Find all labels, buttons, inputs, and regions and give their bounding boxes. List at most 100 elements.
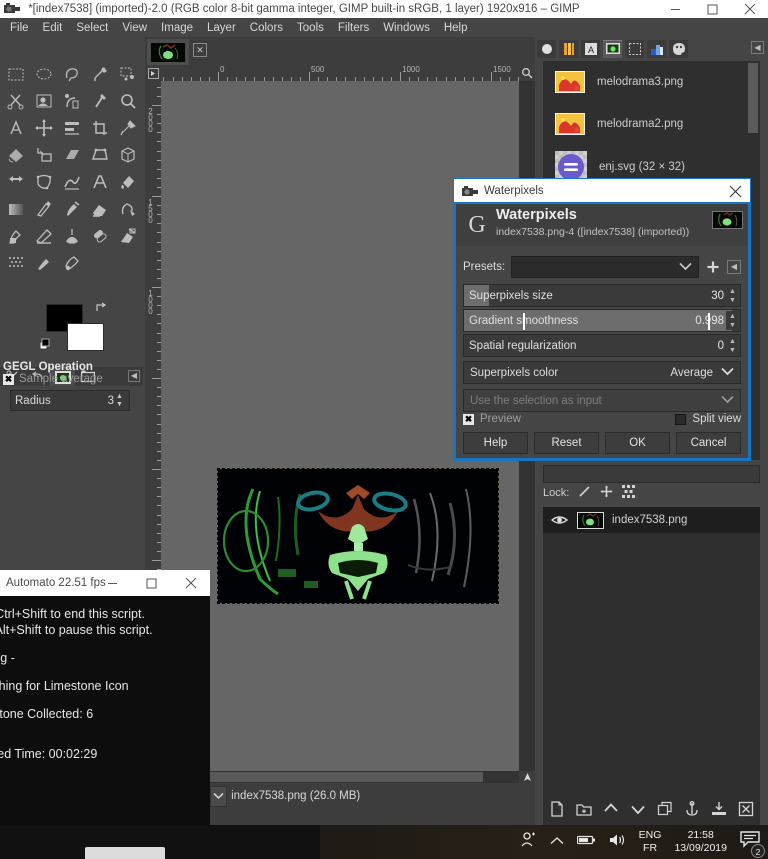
text-icon[interactable] [86, 168, 114, 195]
lock-position-icon[interactable] [600, 485, 613, 501]
right-dock-tab-gradients[interactable] [647, 39, 666, 58]
rotate-icon[interactable] [2, 141, 30, 168]
close-button[interactable] [731, 0, 768, 18]
clock[interactable]: 21:58 13/09/2019 [674, 829, 727, 855]
ok-button[interactable]: OK [605, 432, 670, 454]
plus-icon[interactable] [705, 260, 721, 274]
layers-list[interactable]: index7538.png [543, 507, 760, 827]
transform-icon[interactable] [114, 114, 142, 141]
ellipse-select-icon[interactable] [30, 60, 58, 87]
menu-item-help[interactable]: Help [437, 20, 475, 36]
measure-icon[interactable] [2, 114, 30, 141]
start-menu-strip[interactable] [85, 847, 165, 859]
perspective-icon[interactable] [86, 141, 114, 168]
zoom-image-icon[interactable] [519, 65, 535, 81]
preview-checkbox[interactable]: ✖ [463, 413, 474, 425]
notifications-icon[interactable]: 2 [740, 831, 765, 858]
menu-item-layer[interactable]: Layer [200, 20, 243, 36]
lock-alpha-icon[interactable] [622, 485, 636, 501]
new-layer-icon[interactable] [546, 799, 568, 819]
presets-combobox[interactable] [511, 256, 699, 278]
maximize-button[interactable] [132, 570, 171, 596]
zoom-icon[interactable] [114, 87, 142, 114]
dodge-burn-icon[interactable] [58, 249, 86, 276]
shear-icon[interactable] [58, 141, 86, 168]
close-button[interactable] [171, 570, 210, 596]
reset-button[interactable]: Reset [534, 432, 599, 454]
smudge-icon[interactable] [30, 249, 58, 276]
scrollbar-thumb[interactable] [163, 772, 483, 782]
color-picker-icon[interactable] [86, 87, 114, 114]
superpixels-color-combobox[interactable]: Superpixels color Average [463, 361, 741, 384]
language-indicator[interactable]: ENG FR [639, 829, 662, 855]
menu-item-file[interactable]: File [3, 20, 36, 36]
canvas-image[interactable] [217, 468, 499, 604]
anchor-layer-icon[interactable] [681, 799, 703, 819]
people-icon[interactable] [520, 831, 537, 853]
spatial-regularization-stepper[interactable]: ▲ ▼ [726, 336, 739, 355]
select-by-color-icon[interactable] [114, 60, 142, 87]
move-icon[interactable] [30, 114, 58, 141]
canvas-horizontal-scrollbar[interactable] [161, 771, 519, 783]
lock-pixels-icon[interactable] [578, 485, 591, 501]
minimize-button[interactable] [657, 0, 694, 18]
perspective-clone-icon[interactable] [114, 222, 142, 249]
right-dock-tab-document-history[interactable] [625, 39, 644, 58]
superpixels-size-slider[interactable]: Superpixels size 30 ▲ ▼ [463, 284, 741, 307]
cage-transform-icon[interactable] [30, 168, 58, 195]
close-tab-icon[interactable]: ✕ [193, 43, 207, 57]
split-view-checkbox[interactable] [675, 413, 687, 425]
foreground-select-icon[interactable] [30, 87, 58, 114]
horizontal-ruler[interactable]: 0 500 1000 1500 [161, 65, 519, 81]
eye-icon[interactable] [549, 514, 569, 526]
menu-item-view[interactable]: View [115, 20, 154, 36]
paths-icon[interactable] [58, 87, 86, 114]
selection-as-input-combobox[interactable]: Use the selection as input [463, 389, 741, 412]
ruler-menu-icon[interactable] [145, 65, 161, 81]
ink-icon[interactable] [2, 222, 30, 249]
gradient-icon[interactable] [2, 195, 30, 222]
clone-icon[interactable] [58, 222, 86, 249]
maximize-button[interactable] [694, 0, 731, 18]
delete-layer-icon[interactable] [735, 799, 757, 819]
lower-layer-icon[interactable] [627, 799, 649, 819]
layer-mode-combo[interactable] [543, 465, 760, 483]
scissors-select-icon[interactable] [2, 87, 30, 114]
right-dock-tab-images[interactable] [603, 39, 622, 58]
radius-stepper[interactable]: ▲ ▼ [114, 393, 125, 409]
menu-item-edit[interactable]: Edit [36, 20, 70, 36]
heal-icon[interactable] [86, 222, 114, 249]
right-dock-tab-patterns[interactable] [559, 39, 578, 58]
scale-icon[interactable] [30, 141, 58, 168]
close-icon[interactable] [726, 182, 744, 200]
menu-item-select[interactable]: Select [69, 20, 115, 36]
right-dock-tab-palettes[interactable] [669, 39, 688, 58]
crop-icon[interactable] [86, 114, 114, 141]
right-dock-tab-fonts[interactable]: A [581, 39, 600, 58]
help-button[interactable]: Help [463, 432, 528, 454]
airbrush-icon[interactable] [114, 195, 142, 222]
battery-icon[interactable] [576, 833, 596, 851]
free-select-icon[interactable] [58, 60, 86, 87]
3d-transform-icon[interactable] [114, 141, 142, 168]
navigate-canvas-icon[interactable] [519, 771, 535, 783]
duplicate-layer-icon[interactable] [654, 799, 676, 819]
menu-item-windows[interactable]: Windows [376, 20, 437, 36]
list-item[interactable]: melodrama2.png [543, 103, 760, 145]
table-row[interactable]: index7538.png [543, 507, 760, 533]
paintbrush-icon[interactable] [58, 195, 86, 222]
right-dock-tab-brushes[interactable] [537, 39, 556, 58]
images-list-scrollbar[interactable] [748, 63, 758, 133]
spatial-regularization-slider[interactable]: Spatial regularization 0 ▲ ▼ [463, 334, 741, 357]
sample-average-checkbox[interactable]: ✖ [3, 373, 14, 385]
zoom-dropdown-button[interactable] [210, 785, 228, 807]
flip-icon[interactable] [2, 168, 30, 195]
reset-colors-icon[interactable] [39, 338, 53, 356]
fuzzy-select-icon[interactable] [86, 60, 114, 87]
gradient-smoothness-slider[interactable]: Gradient smoothness 0.998 ▲▼ [463, 309, 741, 332]
show-hidden-icons-icon[interactable] [550, 833, 564, 851]
radius-field[interactable]: Radius 3 ▲ ▼ [10, 390, 130, 411]
merge-down-icon[interactable] [708, 799, 730, 819]
cancel-button[interactable]: Cancel [676, 432, 741, 454]
rect-select-icon[interactable] [2, 60, 30, 87]
